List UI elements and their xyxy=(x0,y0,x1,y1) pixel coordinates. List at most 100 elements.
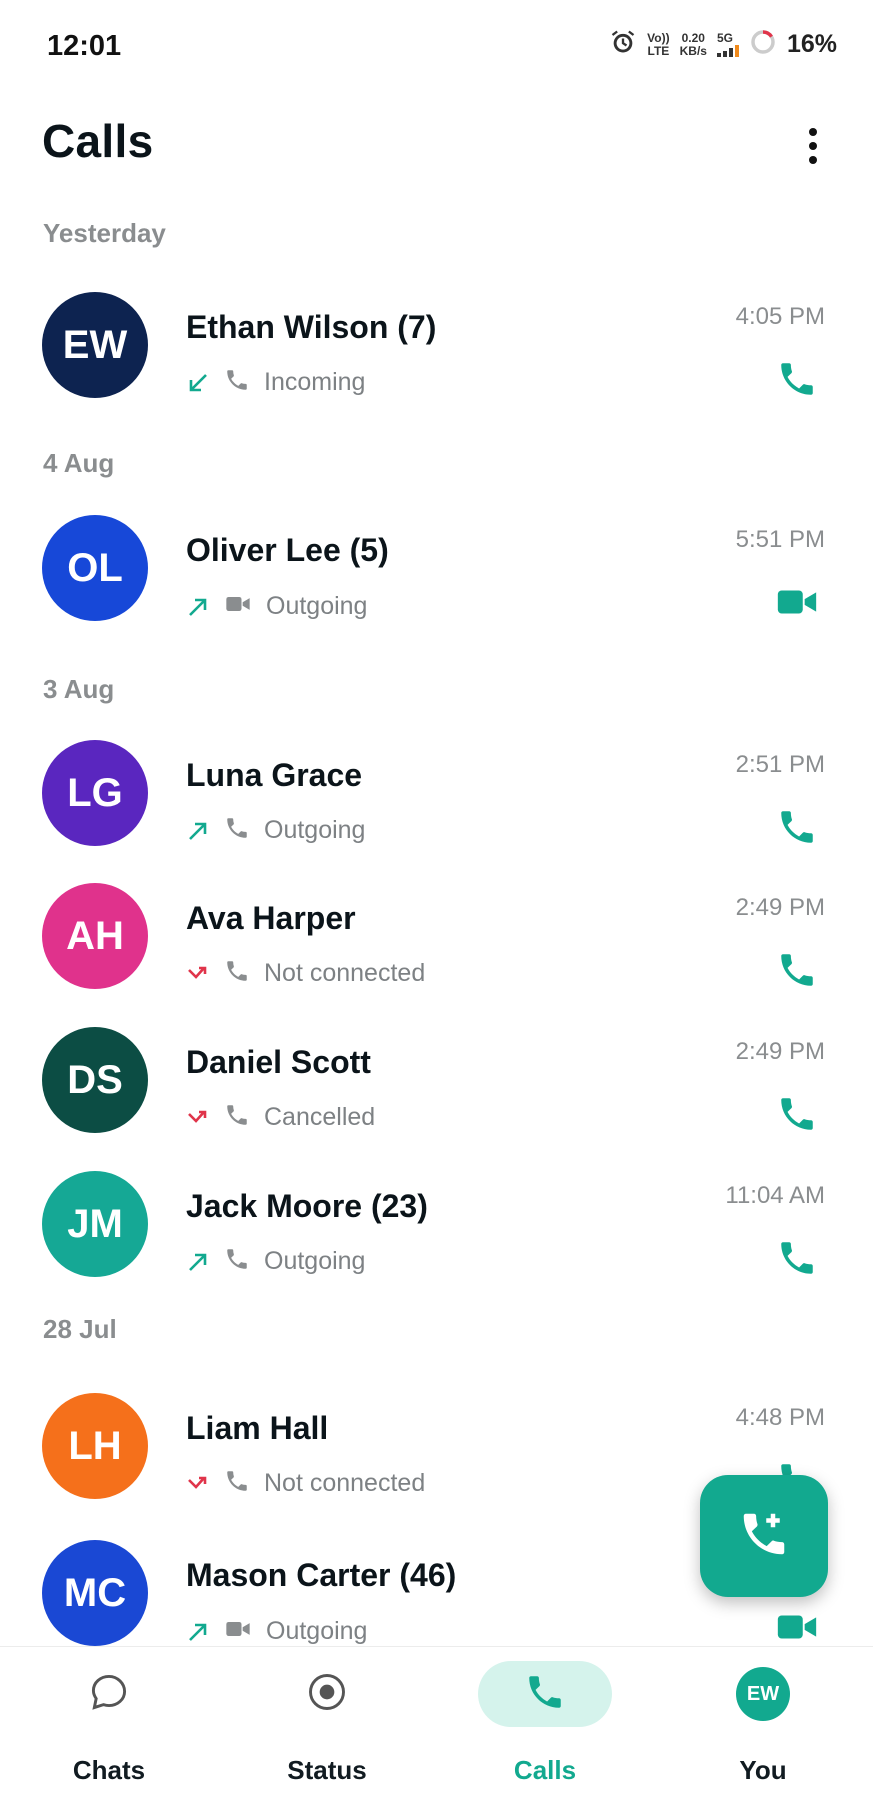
phone-icon xyxy=(776,806,818,853)
nav-chats[interactable]: Chats xyxy=(0,1647,218,1800)
nav-chats-label: Chats xyxy=(72,1755,146,1785)
missed-arrow-icon xyxy=(186,962,210,986)
nav-calls[interactable]: Calls xyxy=(436,1647,654,1800)
call-details: Cancelled xyxy=(186,1102,375,1133)
nav-status-icon-wrap xyxy=(260,1661,394,1727)
volte-top: Vo)) xyxy=(647,30,670,45)
call-details: Outgoing xyxy=(186,815,365,846)
volte-bottom: LTE xyxy=(647,43,670,58)
avatar[interactable]: EW xyxy=(42,292,148,398)
bottom-navigation: Chats Status Calls EW You xyxy=(0,1646,873,1800)
phone-icon xyxy=(224,1246,250,1277)
call-status: Cancelled xyxy=(264,1103,376,1131)
status-time: 12:01 xyxy=(47,30,122,62)
avatar[interactable]: DS xyxy=(42,1027,148,1133)
section-label-28-jul: 28 Jul xyxy=(43,1314,117,1344)
nav-calls-label: Calls xyxy=(513,1755,577,1785)
contact-name: Oliver Lee (5) xyxy=(186,532,389,568)
phone-icon xyxy=(524,1671,566,1718)
contact-name: Ethan Wilson (7) xyxy=(186,309,437,345)
avatar[interactable]: LH xyxy=(42,1393,148,1499)
avatar[interactable]: AH xyxy=(42,883,148,989)
call-row[interactable]: OL Oliver Lee (5) Outgoing 5:51 PM xyxy=(0,508,873,628)
phone-icon xyxy=(224,958,250,989)
outgoing-arrow-icon xyxy=(186,1250,210,1274)
nav-calls-icon-wrap xyxy=(478,1661,612,1727)
avatar[interactable]: MC xyxy=(42,1540,148,1646)
call-status: Outgoing xyxy=(264,816,366,844)
chat-bubble-icon xyxy=(87,1670,131,1719)
phone-icon xyxy=(776,358,818,405)
call-status: Not connected xyxy=(264,959,426,987)
call-details: Outgoing xyxy=(186,1246,365,1277)
contact-name: Mason Carter (46) xyxy=(186,1557,457,1593)
speed-unit: KB/s xyxy=(679,43,707,58)
call-status: Incoming xyxy=(264,368,366,396)
signal-icon xyxy=(716,45,739,57)
incoming-arrow-icon xyxy=(186,371,210,395)
phone-icon xyxy=(776,1237,818,1284)
voice-call-button[interactable] xyxy=(773,1092,821,1140)
more-dot-icon xyxy=(809,128,817,136)
phone-icon xyxy=(776,1093,818,1140)
avatar[interactable]: JM xyxy=(42,1171,148,1277)
more-dot-icon xyxy=(809,142,817,150)
phone-icon xyxy=(224,815,250,846)
nav-you-icon-wrap: EW xyxy=(696,1661,830,1727)
call-time: 2:49 PM xyxy=(735,1038,825,1065)
call-time: 2:51 PM xyxy=(735,751,825,778)
call-row[interactable]: AH Ava Harper Not connected 2:49 PM xyxy=(0,876,873,996)
new-call-fab[interactable] xyxy=(700,1475,828,1597)
voice-call-button[interactable] xyxy=(773,357,821,405)
network-type: 5G xyxy=(716,32,739,57)
missed-arrow-icon xyxy=(186,1106,210,1130)
call-time: 11:04 AM xyxy=(725,1182,825,1209)
call-row[interactable]: LG Luna Grace Outgoing 2:51 PM xyxy=(0,733,873,853)
more-options-button[interactable] xyxy=(793,118,833,174)
call-details: Outgoing xyxy=(186,1615,367,1648)
avatar[interactable]: LG xyxy=(42,740,148,846)
section-label-3-aug: 3 Aug xyxy=(43,674,115,704)
app-header: Calls xyxy=(0,110,873,190)
profile-avatar: EW xyxy=(736,1667,790,1721)
call-status: Not connected xyxy=(264,1469,426,1497)
call-row[interactable]: DS Daniel Scott Cancelled 2:49 PM xyxy=(0,1020,873,1140)
voice-call-button[interactable] xyxy=(773,948,821,996)
nav-you[interactable]: EW You xyxy=(654,1647,872,1800)
call-row[interactable]: JM Jack Moore (23) Outgoing 11:04 AM xyxy=(0,1164,873,1284)
call-details: Incoming xyxy=(186,367,365,398)
call-details: Not connected xyxy=(186,1468,425,1499)
call-details: Not connected xyxy=(186,958,425,989)
nav-chats-icon-wrap xyxy=(42,1661,176,1727)
nav-status-label: Status xyxy=(287,1755,367,1785)
call-time: 5:51 PM xyxy=(735,526,825,553)
voice-call-button[interactable] xyxy=(773,1236,821,1284)
video-call-button[interactable] xyxy=(773,580,821,628)
video-camera-icon xyxy=(774,579,820,630)
speed-value: 0.20 xyxy=(681,30,705,45)
voice-call-button[interactable] xyxy=(773,805,821,853)
call-details: Outgoing xyxy=(186,590,367,623)
video-camera-icon xyxy=(224,590,252,623)
section-label-4-aug: 4 Aug xyxy=(43,448,115,478)
contact-name: Ava Harper xyxy=(186,900,356,936)
outgoing-arrow-icon xyxy=(186,819,210,843)
volte-indicator: Vo)) LTE xyxy=(647,30,670,58)
battery-icon xyxy=(749,28,777,61)
call-time: 4:48 PM xyxy=(735,1404,825,1431)
video-camera-icon xyxy=(224,1615,252,1648)
call-status: Outgoing xyxy=(264,1247,366,1275)
call-time: 2:49 PM xyxy=(735,894,825,921)
call-time: 4:05 PM xyxy=(735,303,825,330)
call-row[interactable]: EW Ethan Wilson (7) Incoming 4:05 PM xyxy=(0,285,873,405)
battery-percent: 16% xyxy=(786,30,837,58)
nav-status[interactable]: Status xyxy=(218,1647,436,1800)
status-ring-icon xyxy=(305,1670,349,1719)
add-call-icon xyxy=(737,1507,791,1566)
contact-name: Daniel Scott xyxy=(186,1044,371,1080)
phone-icon xyxy=(224,1468,250,1499)
call-status: Outgoing xyxy=(266,1617,368,1645)
network-speed: 0.20 KB/s xyxy=(679,30,707,58)
avatar[interactable]: OL xyxy=(42,515,148,621)
phone-icon xyxy=(224,367,250,398)
